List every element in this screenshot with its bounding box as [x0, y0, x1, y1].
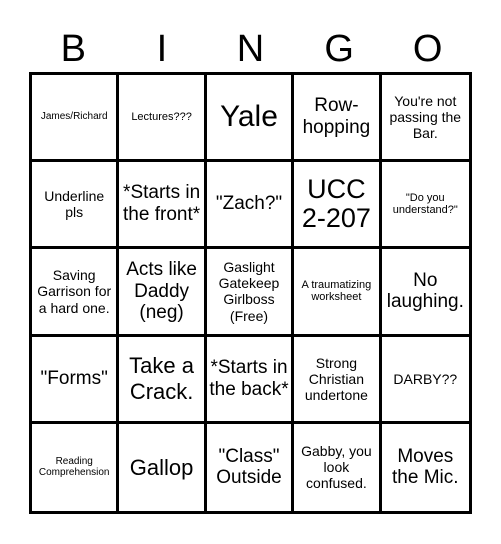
- bingo-cell[interactable]: DARBY??: [381, 337, 469, 424]
- bingo-cell[interactable]: *Starts in the front*: [119, 162, 207, 250]
- bingo-cell[interactable]: Moves the Mic.: [382, 424, 469, 511]
- bingo-cell free-space[interactable]: Gaslight Gatekeep Girlboss (Free): [206, 249, 295, 337]
- bingo-cell[interactable]: Lectures???: [119, 75, 207, 163]
- bingo-cell[interactable]: Yale: [206, 75, 295, 163]
- bingo-cell[interactable]: No laughing.: [381, 249, 469, 337]
- bingo-cell[interactable]: Strong Christian undertone: [294, 336, 382, 424]
- bingo-cell[interactable]: "Do you understand?": [381, 162, 469, 250]
- bingo-cell[interactable]: "Forms": [32, 336, 120, 424]
- bingo-cell[interactable]: Saving Garrison for a hard one.: [32, 249, 120, 337]
- bingo-cell[interactable]: Take a Crack.: [119, 336, 207, 424]
- bingo-cell[interactable]: Underline pls: [32, 162, 120, 250]
- bingo-cell[interactable]: Reading Comprehension: [32, 423, 120, 511]
- bingo-cell[interactable]: Gallop: [119, 423, 207, 511]
- bingo-header: B I N G O: [29, 26, 472, 72]
- bingo-cell[interactable]: Acts like Daddy (neg): [119, 249, 207, 337]
- bingo-cell[interactable]: "Zach?": [206, 162, 295, 250]
- bingo-cell[interactable]: UCC 2-207: [294, 162, 382, 250]
- header-letter-b: B: [60, 28, 86, 70]
- bingo-cell[interactable]: *Starts in the back*: [206, 336, 295, 424]
- bingo-cell[interactable]: You're not passing the Bar.: [381, 75, 469, 163]
- bingo-cell[interactable]: "Class" Outside: [207, 423, 295, 511]
- header-letter-n: N: [236, 28, 265, 70]
- header-letter-i: I: [156, 28, 168, 70]
- bingo-cell[interactable]: Gabby, you look confused.: [294, 423, 382, 511]
- header-letter-o: O: [412, 28, 443, 70]
- bingo-cell[interactable]: Row-hopping: [294, 75, 382, 163]
- bingo-board: James/Richard Lectures??? Yale Row-hoppi…: [29, 72, 472, 514]
- bingo-cell[interactable]: James/Richard: [32, 75, 120, 163]
- bingo-cell[interactable]: A traumatizing worksheet: [294, 249, 382, 337]
- header-letter-g: G: [324, 28, 354, 70]
